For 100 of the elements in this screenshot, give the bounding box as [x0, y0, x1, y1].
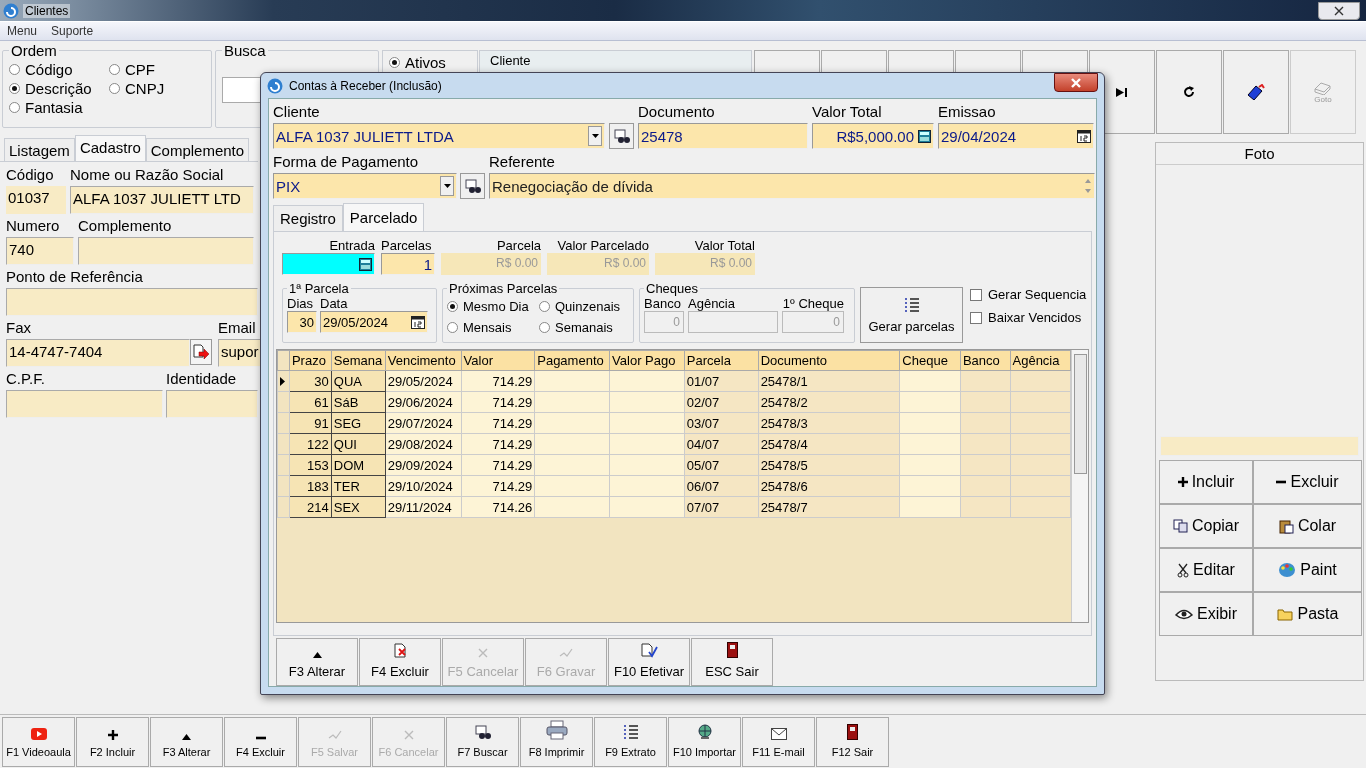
- tab[interactable]: Complemento: [145, 138, 250, 161]
- x-icon: [403, 730, 414, 740]
- dialog-button[interactable]: F10 Efetivar: [608, 638, 690, 686]
- nav-button[interactable]: [1223, 50, 1289, 134]
- send-fax-button[interactable]: [190, 339, 212, 365]
- issue-date-field[interactable]: 29/04/2024: [938, 123, 1094, 149]
- document-field[interactable]: 25478: [638, 123, 808, 149]
- radio-button[interactable]: Ativos: [389, 54, 446, 71]
- dialog-button[interactable]: ESC Sair: [691, 638, 773, 686]
- column-header[interactable]: Valor: [461, 350, 535, 371]
- tab[interactable]: Registro: [273, 205, 343, 231]
- group-title: Ordem: [10, 42, 58, 59]
- column-header[interactable]: Vencimento: [385, 350, 462, 371]
- installments-field[interactable]: 1: [381, 253, 435, 275]
- field-label: Valor Parcelado: [557, 238, 649, 253]
- menu-item[interactable]: Menu: [7, 24, 38, 38]
- toolbar-button[interactable]: F10 Importar: [668, 717, 741, 767]
- field-label: Valor Total: [694, 238, 755, 253]
- total-value-field[interactable]: R$5,000.00: [812, 123, 934, 149]
- reference-field[interactable]: [6, 288, 258, 316]
- photo-button[interactable]: Editar: [1159, 548, 1253, 592]
- radio-button[interactable]: CPF: [109, 61, 205, 78]
- column-header[interactable]: Banco: [960, 350, 1010, 371]
- toolbar-button[interactable]: F8 Imprimir: [520, 717, 593, 767]
- photo-button[interactable]: Incluir: [1159, 460, 1253, 504]
- toolbar-button[interactable]: F11 E-mail: [742, 717, 815, 767]
- field-label: Entrada: [329, 238, 375, 253]
- cheque-field[interactable]: [688, 311, 778, 333]
- menu-item[interactable]: Suporte: [51, 24, 94, 38]
- fax-field[interactable]: 14-4747-7404: [6, 339, 190, 367]
- radio-button[interactable]: Semanais: [539, 320, 629, 335]
- column-header[interactable]: Parcela: [684, 350, 759, 371]
- dialog-button[interactable]: F3 Alterar: [276, 638, 358, 686]
- generate-installments-button[interactable]: Gerar parcelas: [860, 287, 963, 343]
- column-header[interactable]: Agência: [1010, 350, 1071, 371]
- toolbar-button[interactable]: F1 Videoaula: [2, 717, 75, 767]
- field-label: Data: [320, 296, 349, 311]
- email-field[interactable]: supor: [218, 339, 262, 367]
- column-header[interactable]: Documento: [758, 350, 900, 371]
- close-icon: [1334, 5, 1344, 16]
- toolbar-button[interactable]: F9 Extrato: [594, 717, 667, 767]
- binoculars-icon: [474, 725, 491, 740]
- row-indicator[interactable]: [277, 370, 290, 392]
- group-title: Busca: [223, 42, 267, 59]
- tab[interactable]: Parcelado: [342, 203, 425, 231]
- code-field[interactable]: 01037: [6, 186, 66, 214]
- days-field[interactable]: 30: [287, 311, 317, 333]
- reference-field[interactable]: Renegociação de dívida: [489, 173, 1095, 199]
- radio-button[interactable]: Descrição: [9, 80, 109, 97]
- complement-field[interactable]: [78, 237, 254, 265]
- payment-method-combo[interactable]: PIX: [273, 173, 457, 199]
- toolbar-button[interactable]: F4 Excluir: [224, 717, 297, 767]
- tab[interactable]: Cadastro: [74, 135, 146, 161]
- document-arrow-icon: [193, 344, 209, 360]
- client-combo[interactable]: ALFA 1037 JULIETT LTDA: [273, 123, 605, 149]
- checkbox[interactable]: Baixar Vencidos: [970, 310, 1087, 325]
- down-payment-field[interactable]: [282, 253, 375, 275]
- client-search-button[interactable]: [609, 123, 634, 149]
- toolbar-button[interactable]: F7 Buscar: [446, 717, 519, 767]
- column-header[interactable]: Prazo: [289, 350, 332, 371]
- field-label: Identidade: [166, 370, 238, 389]
- scrollbar[interactable]: [1071, 350, 1088, 622]
- column-header[interactable]: Pagamento: [534, 350, 610, 371]
- close-button[interactable]: [1318, 1, 1360, 20]
- radio-button[interactable]: Mensais: [447, 320, 539, 335]
- radio-button[interactable]: Quinzenais: [539, 299, 629, 314]
- field-label: Dias: [287, 296, 314, 311]
- column-header[interactable]: Cheque: [899, 350, 961, 371]
- close-button[interactable]: [1054, 73, 1098, 92]
- checkbox[interactable]: Gerar Sequencia: [970, 287, 1087, 302]
- field-label: Documento: [638, 103, 716, 122]
- photo-button[interactable]: Exibir: [1159, 592, 1253, 636]
- toolbar-button[interactable]: F2 Incluir: [76, 717, 149, 767]
- radio-button[interactable]: Mesmo Dia: [447, 299, 539, 314]
- payment-search-button[interactable]: [460, 173, 485, 199]
- photo-button[interactable]: Pasta: [1253, 592, 1362, 636]
- toolbar-button[interactable]: F12 Sair: [816, 717, 889, 767]
- column-header[interactable]: Semana: [331, 350, 386, 371]
- number-field[interactable]: 740: [6, 237, 74, 265]
- field-label: Parcela: [496, 238, 541, 253]
- photo-button[interactable]: Excluir: [1253, 460, 1362, 504]
- toolbar-button[interactable]: F3 Alterar: [150, 717, 223, 767]
- photo-field[interactable]: [1160, 436, 1359, 456]
- folder-icon: [1276, 607, 1294, 621]
- column-header[interactable]: Valor Pago: [609, 350, 685, 371]
- date-field[interactable]: 29/05/2024: [320, 311, 428, 333]
- id-field[interactable]: [166, 390, 258, 418]
- dialog-button[interactable]: F4 Excluir: [359, 638, 441, 686]
- radio-button[interactable]: Código: [9, 61, 109, 78]
- printer-icon: [545, 720, 568, 740]
- photo-button[interactable]: Copiar: [1159, 504, 1253, 548]
- row-pointer-icon: [280, 376, 285, 386]
- photo-button[interactable]: Colar: [1253, 504, 1362, 548]
- cpf-field[interactable]: [6, 390, 163, 418]
- tab[interactable]: Listagem: [4, 138, 75, 161]
- radio-button[interactable]: Fantasia: [9, 99, 109, 116]
- radio-button[interactable]: CNPJ: [109, 80, 205, 97]
- photo-button[interactable]: Paint: [1253, 548, 1362, 592]
- palette-icon: [1278, 562, 1297, 578]
- name-field[interactable]: ALFA 1037 JULIETT LTD: [70, 186, 254, 214]
